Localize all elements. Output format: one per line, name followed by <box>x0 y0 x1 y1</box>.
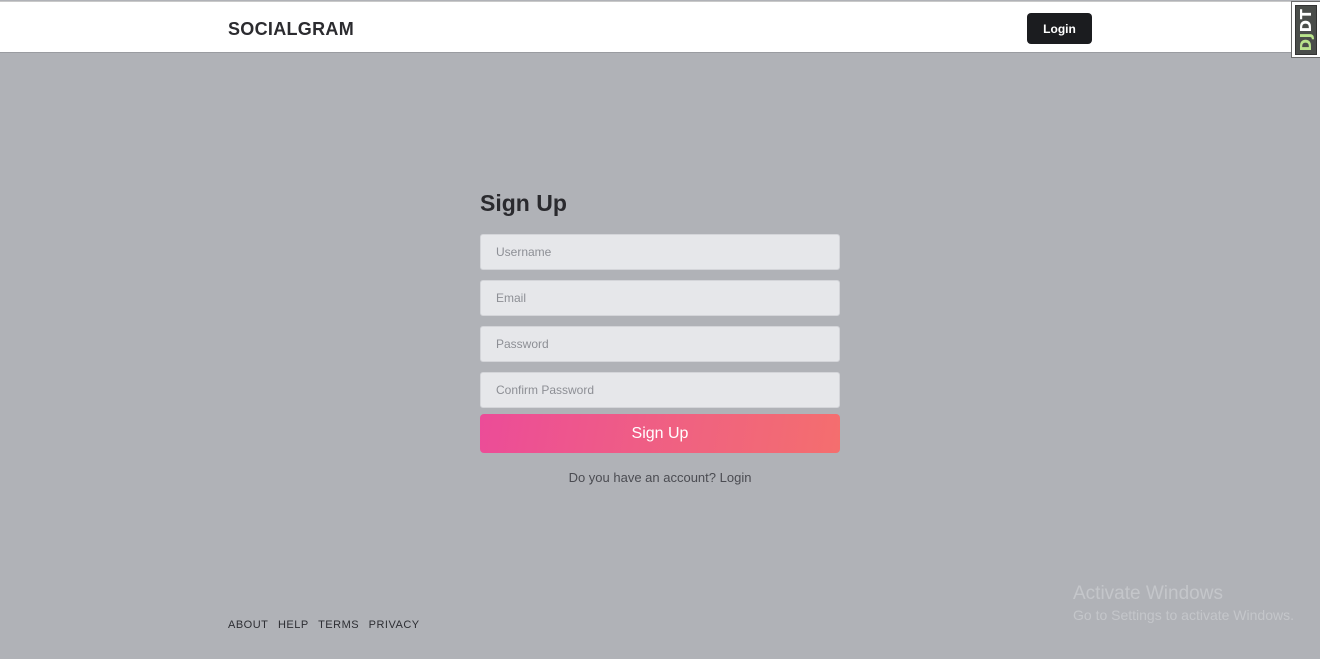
watermark-subtitle: Go to Settings to activate Windows. <box>1073 607 1294 623</box>
account-prompt-text: Do you have an account? <box>568 470 716 485</box>
watermark-title: Activate Windows <box>1073 583 1223 604</box>
brand-logo-text[interactable]: SOCIALGRAM <box>228 19 354 40</box>
windows-activation-watermark: Activate Windows Go to Settings to activ… <box>1073 583 1294 623</box>
signup-form: Sign Up Sign Up Do you have an account? … <box>480 188 840 485</box>
password-input[interactable] <box>480 326 840 362</box>
email-input[interactable] <box>480 280 840 316</box>
footer-link-about[interactable]: ABOUT <box>228 619 268 631</box>
page-title: Sign Up <box>480 190 567 216</box>
signup-submit-button[interactable]: Sign Up <box>480 414 840 453</box>
debug-toolbar-label-dt: DT <box>1297 8 1315 33</box>
footer-link-help[interactable]: HELP <box>278 619 309 631</box>
footer-link-privacy[interactable]: PRIVACY <box>369 619 420 631</box>
footer-link-terms[interactable]: TERMS <box>318 619 359 631</box>
confirm-password-input[interactable] <box>480 372 840 408</box>
header-login-button[interactable]: Login <box>1027 13 1092 44</box>
footer-nav: ABOUT HELP TERMS PRIVACY <box>228 619 426 631</box>
login-link[interactable]: Login <box>720 470 752 485</box>
username-input[interactable] <box>480 234 840 270</box>
top-navbar: SOCIALGRAM Login <box>0 1 1320 53</box>
debug-toolbar-icon: DJDT <box>1295 5 1317 55</box>
debug-toolbar-label: DJDT <box>1297 9 1315 52</box>
debug-toolbar-handle[interactable]: DJDT <box>1291 1 1320 58</box>
account-prompt: Do you have an account? Login <box>480 470 840 485</box>
debug-toolbar-label-dj: DJ <box>1297 32 1315 52</box>
